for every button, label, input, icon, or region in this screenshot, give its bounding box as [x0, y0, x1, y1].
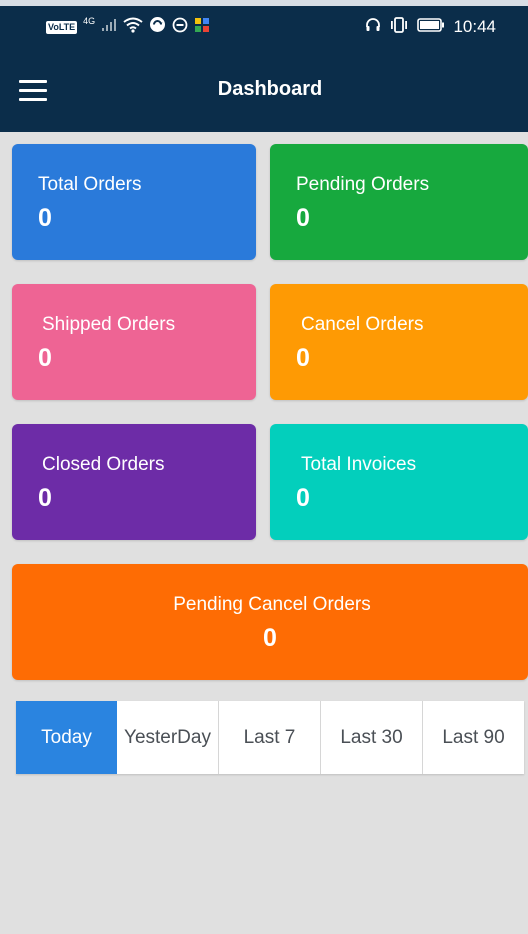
toolbar: Dashboard	[0, 48, 528, 132]
pending-orders-label: Pending Orders	[296, 174, 430, 195]
dashboard-screen: VoLTE 4G 10:44 Dashboard Total Orders 0 …	[0, 0, 528, 934]
pending-cancel-orders-count: 0	[263, 624, 277, 652]
menu-line	[19, 97, 47, 101]
total-orders-card[interactable]: Total Orders 0	[12, 144, 256, 260]
volte-icon: VoLTE	[46, 20, 78, 34]
pending-cancel-orders-label: Pending Cancel Orders	[173, 594, 371, 615]
total-invoices-card[interactable]: Total Invoices 0	[270, 424, 528, 540]
status-bar-right: 10:44	[365, 16, 496, 38]
vibrate-icon	[389, 16, 409, 38]
total-invoices-label: Total Invoices	[301, 454, 417, 475]
page-title: Dashboard	[217, 78, 323, 100]
pending-cancel-orders-card[interactable]: Pending Cancel Orders 0	[12, 564, 528, 680]
total-orders-count: 0	[38, 204, 52, 232]
tab-last-7[interactable]: Last 7	[218, 701, 320, 774]
closed-orders-count: 0	[38, 484, 52, 512]
cancel-orders-label: Cancel Orders	[301, 314, 424, 335]
status-bar: VoLTE 4G 10:44	[0, 6, 528, 48]
tab-last-30[interactable]: Last 30	[320, 701, 422, 774]
status-bar-left: VoLTE 4G	[46, 16, 210, 38]
total-invoices-count: 0	[296, 484, 310, 512]
signal-icon	[101, 18, 117, 37]
tab-yesterday[interactable]: YesterDay	[117, 701, 218, 774]
total-orders-label: Total Orders	[38, 174, 142, 195]
shipped-orders-count: 0	[38, 344, 52, 372]
closed-orders-card[interactable]: Closed Orders 0	[12, 424, 256, 540]
app-header: VoLTE 4G 10:44 Dashboard	[0, 0, 528, 132]
menu-line	[19, 88, 47, 92]
sync-icon	[149, 16, 166, 38]
tab-today[interactable]: Today	[16, 701, 117, 774]
shipped-orders-card[interactable]: Shipped Orders 0	[12, 284, 256, 400]
headset-icon	[365, 17, 381, 38]
menu-line	[19, 79, 47, 83]
app-icon	[194, 17, 210, 38]
status-clock: 10:44	[453, 17, 496, 36]
tab-last-90[interactable]: Last 90	[422, 701, 524, 774]
closed-orders-label: Closed Orders	[42, 454, 165, 475]
date-range-tabs: Today YesterDay Last 7 Last 30 Last 90	[16, 701, 524, 774]
cancel-orders-card[interactable]: Cancel Orders 0	[270, 284, 528, 400]
wifi-icon	[123, 17, 143, 38]
cancel-orders-count: 0	[296, 344, 310, 372]
minus-circle-icon	[172, 17, 188, 38]
hamburger-menu-icon[interactable]	[14, 74, 54, 106]
battery-icon	[417, 17, 445, 37]
pending-orders-count: 0	[296, 204, 310, 232]
shipped-orders-label: Shipped Orders	[42, 314, 176, 335]
pending-orders-card[interactable]: Pending Orders 0	[270, 144, 528, 260]
network-type-label: 4G	[83, 16, 96, 26]
